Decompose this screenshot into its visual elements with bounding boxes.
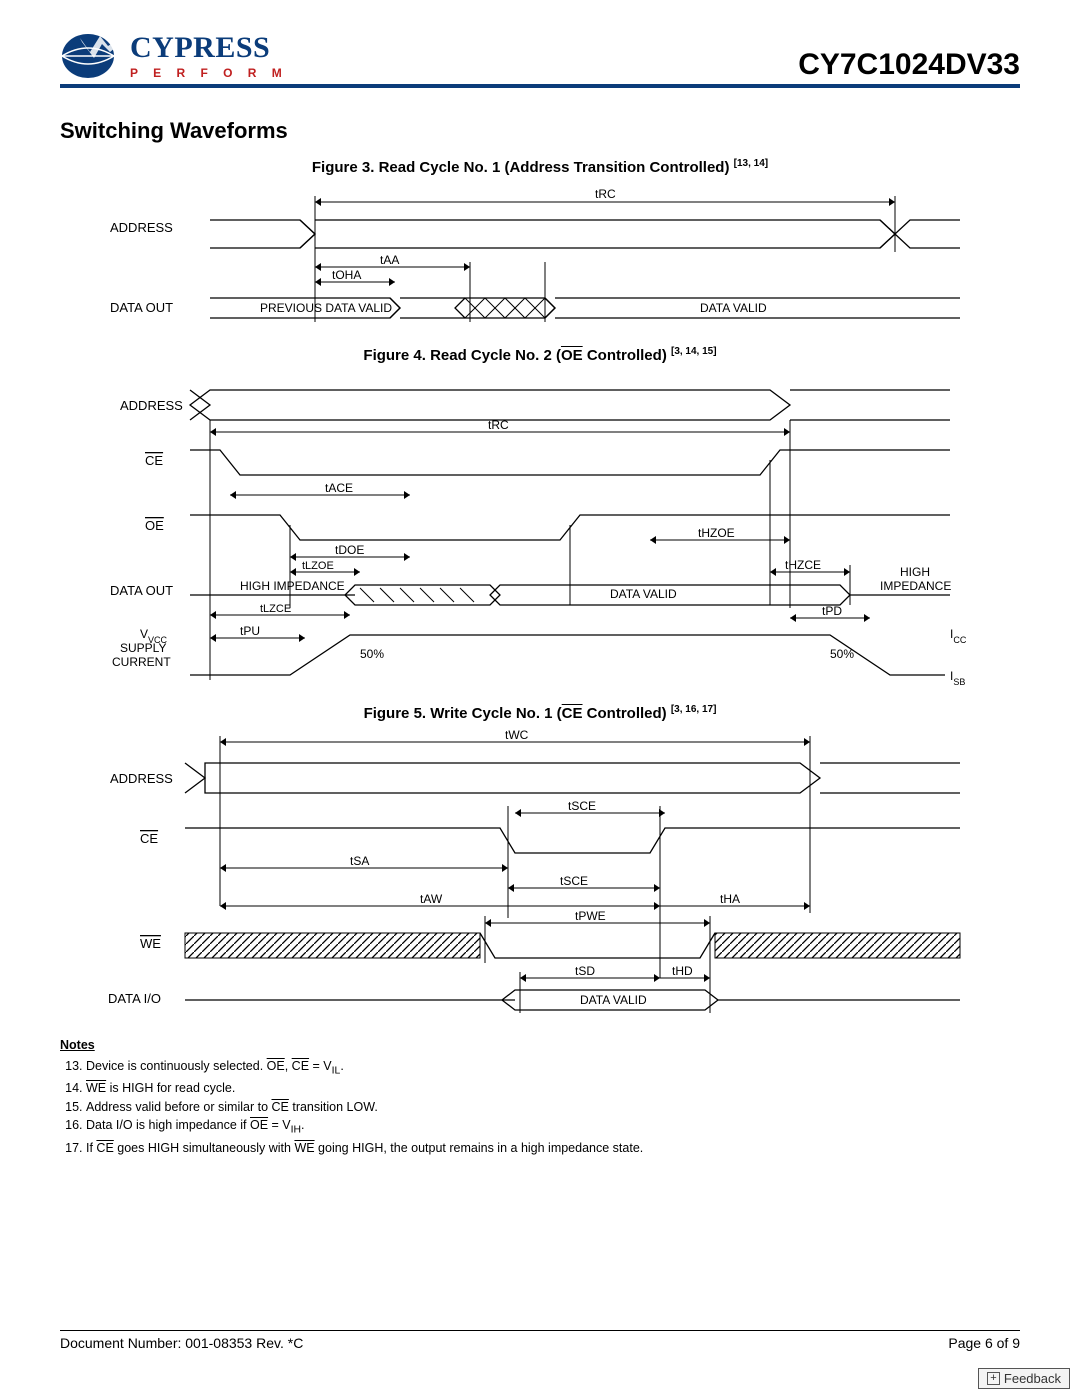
page-number: Page 6 of 9 — [948, 1335, 1020, 1351]
svg-text:DATA OUT: DATA OUT — [110, 583, 173, 598]
svg-text:tHZCE: tHZCE — [785, 558, 821, 572]
page-footer: Document Number: 001-08353 Rev. *C Page … — [60, 1330, 1020, 1351]
notes-section: Notes Device is continuously selected. O… — [60, 1036, 1020, 1157]
svg-text:tRC: tRC — [488, 418, 509, 432]
svg-text:tPWE: tPWE — [575, 909, 606, 923]
svg-text:CE: CE — [145, 453, 163, 468]
brand-name: CYPRESS — [130, 33, 288, 63]
svg-text:SUPPLY: SUPPLY — [120, 641, 166, 655]
figure-3-caption: Figure 3. Read Cycle No. 1 (Address Tran… — [60, 158, 1020, 176]
cypress-globe-icon — [60, 30, 124, 82]
document-number: Document Number: 001-08353 Rev. *C — [60, 1335, 303, 1351]
figure-4-diagram: ADDRESS CE OE DATA OUT VVCC SUPPLY CURRE… — [60, 370, 1020, 690]
svg-text:tHD: tHD — [672, 964, 693, 978]
svg-text:tSA: tSA — [350, 854, 369, 868]
svg-text:tWC: tWC — [505, 728, 529, 742]
svg-text:tSCE: tSCE — [560, 874, 588, 888]
svg-text:tHA: tHA — [720, 892, 740, 906]
svg-text:50%: 50% — [830, 647, 854, 661]
note-15: Address valid before or similar to CE tr… — [86, 1098, 1020, 1117]
svg-text:tRC: tRC — [595, 187, 616, 201]
figure-5-caption: Figure 5. Write Cycle No. 1 (CE Controll… — [60, 704, 1020, 722]
note-16: Data I/O is high impedance if OE = VIH. — [86, 1116, 1020, 1138]
svg-text:DATA I/O: DATA I/O — [108, 991, 161, 1006]
svg-text:OE: OE — [145, 518, 164, 533]
svg-text:ADDRESS: ADDRESS — [110, 220, 173, 235]
brand-logo: CYPRESS P E R F O R M — [60, 30, 288, 82]
plus-icon: + — [987, 1372, 1000, 1385]
svg-text:DATA VALID: DATA VALID — [580, 993, 647, 1007]
svg-text:50%: 50% — [360, 647, 384, 661]
note-13: Device is continuously selected. OE, CE … — [86, 1057, 1020, 1079]
figure-3-diagram: ADDRESS DATA OUT tRC t — [60, 182, 1020, 332]
svg-text:tACE: tACE — [325, 481, 353, 495]
figure-5-diagram: ADDRESS CE WE DATA I/O tWC — [60, 728, 1020, 1018]
svg-text:DATA VALID: DATA VALID — [700, 301, 767, 315]
part-number: CY7C1024DV33 — [798, 48, 1020, 82]
svg-text:CE: CE — [140, 831, 158, 846]
svg-text:DATA VALID: DATA VALID — [610, 587, 677, 601]
svg-text:tLZOE: tLZOE — [302, 560, 334, 572]
svg-text:IMPEDANCE: IMPEDANCE — [880, 579, 951, 593]
section-title: Switching Waveforms — [60, 118, 1020, 144]
svg-text:HIGH: HIGH — [900, 565, 930, 579]
note-17: If CE goes HIGH simultaneously with WE g… — [86, 1139, 1020, 1158]
figure-4-caption: Figure 4. Read Cycle No. 2 (OE Controlle… — [60, 346, 1020, 364]
svg-text:tSCE: tSCE — [568, 799, 596, 813]
svg-text:tHZOE: tHZOE — [698, 526, 735, 540]
svg-text:ADDRESS: ADDRESS — [120, 398, 183, 413]
note-14: WE is HIGH for read cycle. — [86, 1079, 1020, 1098]
svg-text:tAA: tAA — [380, 253, 399, 267]
svg-text:tPD: tPD — [822, 604, 842, 618]
svg-text:tAW: tAW — [420, 892, 443, 906]
svg-text:WE: WE — [140, 936, 161, 951]
page-header: CYPRESS P E R F O R M CY7C1024DV33 — [60, 30, 1020, 88]
notes-heading: Notes — [60, 1038, 95, 1052]
svg-text:ADDRESS: ADDRESS — [110, 771, 173, 786]
svg-text:DATA OUT: DATA OUT — [110, 300, 173, 315]
brand-tagline: P E R F O R M — [130, 67, 288, 79]
svg-text:tSD: tSD — [575, 964, 595, 978]
svg-text:HIGH IMPEDANCE: HIGH IMPEDANCE — [240, 579, 345, 593]
svg-text:ICC: ICC — [950, 627, 967, 645]
svg-text:CURRENT: CURRENT — [112, 655, 171, 669]
svg-text:tDOE: tDOE — [335, 543, 364, 557]
feedback-button[interactable]: + Feedback — [978, 1368, 1070, 1389]
svg-text:PREVIOUS DATA VALID: PREVIOUS DATA VALID — [260, 301, 392, 315]
svg-text:tLZCE: tLZCE — [260, 603, 291, 615]
svg-text:tPU: tPU — [240, 624, 260, 638]
feedback-label: Feedback — [1004, 1371, 1061, 1386]
svg-text:ISB: ISB — [950, 669, 965, 687]
svg-text:tOHA: tOHA — [332, 268, 361, 282]
